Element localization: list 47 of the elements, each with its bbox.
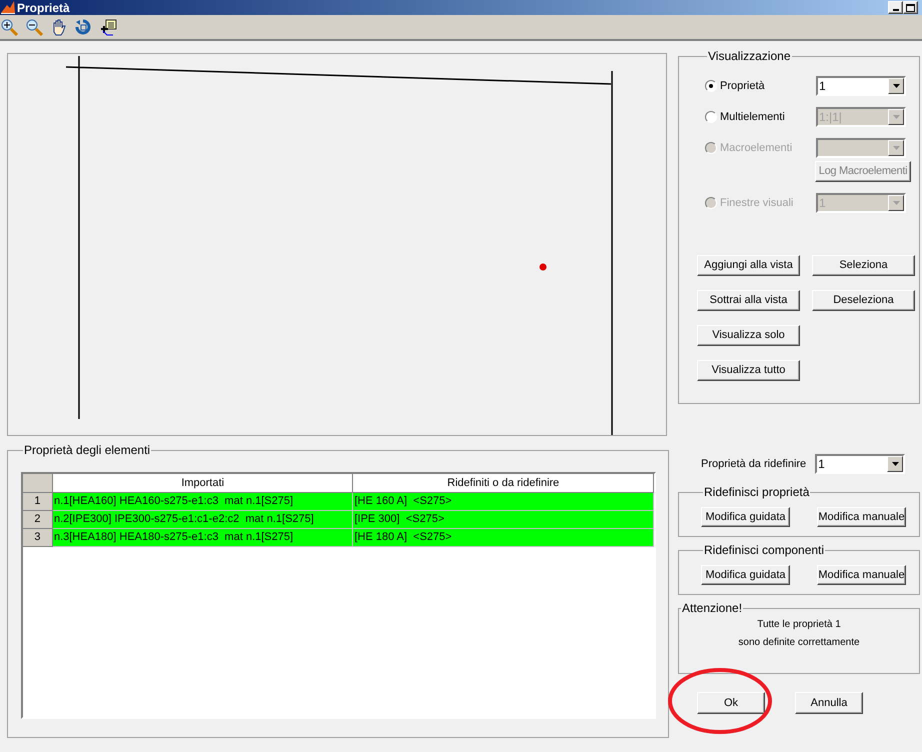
view-button[interactable]: Visualizza solo: [697, 325, 800, 346]
zoom-in-icon[interactable]: [1, 18, 18, 36]
radio-button[interactable]: [705, 111, 717, 123]
row-header: 3: [23, 529, 53, 547]
table-cell: n.1[HEA160] HEA160-s275-e1:c3 mat n.1[S275]: [52, 493, 354, 511]
group-title: Visualizzazione: [708, 49, 790, 63]
edit-button[interactable]: Modifica guidata: [701, 565, 790, 585]
dialog-button[interactable]: Annulla: [795, 692, 863, 714]
view-button[interactable]: Deseleziona: [812, 290, 915, 311]
group-title: Ridefinisci proprietà: [704, 485, 810, 499]
view-button[interactable]: Sottrai alla vista: [697, 290, 800, 311]
table-cell: [HE 180 A] <S275>: [353, 529, 654, 547]
row-header: 2: [23, 511, 53, 529]
hand-icon[interactable]: [51, 18, 67, 36]
message-text: Tutte le proprietà 1: [757, 618, 841, 632]
view-button[interactable]: Aggiungi alla vista: [697, 255, 800, 276]
dropdown[interactable]: 1: [815, 454, 906, 474]
table-cell: n.3[HEA180] HEA180-s275-e1:c3 mat n.1[S275]: [52, 529, 354, 547]
edit-button[interactable]: Modifica manuale: [817, 507, 906, 527]
dropdown[interactable]: 1: [816, 76, 906, 96]
column-header[interactable]: Ridefiniti o da ridefinire: [353, 474, 654, 493]
column-header[interactable]: Importati: [52, 474, 354, 493]
point-marker: [540, 264, 546, 270]
app-logo-icon: [1, 1, 15, 14]
edit-button[interactable]: Modifica manuale: [817, 565, 906, 585]
view-button[interactable]: Seleziona: [812, 255, 915, 276]
radio-option[interactable]: Multielementi: [705, 108, 816, 126]
field-label: Proprietà da ridefinire: [701, 456, 806, 472]
edit-button[interactable]: Modifica guidata: [701, 507, 790, 527]
zoom-out-icon[interactable]: [26, 18, 43, 36]
data-cursor-icon[interactable]: [100, 18, 117, 36]
group-title: Proprietà degli elementi: [24, 443, 150, 457]
message-text: sono definite correttamente: [738, 636, 860, 650]
table-cell: [IPE 300] <S275>: [353, 511, 654, 529]
radio-button[interactable]: [705, 80, 717, 92]
window-title: Proprietà: [17, 0, 70, 16]
row-header: 1: [23, 493, 53, 511]
table-cell: n.2[IPE300] IPE300-s275-e1:c1-e2:c2 mat n.1[S275]: [52, 511, 354, 529]
group-title: Attenzione!: [682, 601, 742, 615]
group-title: Ridefinisci componenti: [704, 543, 824, 557]
maximize-button[interactable]: [903, 1, 918, 14]
rotate-icon[interactable]: [75, 18, 92, 36]
dialog-button[interactable]: Ok: [697, 692, 765, 714]
radio-option[interactable]: Proprietà: [705, 78, 816, 94]
view-button[interactable]: Visualizza tutto: [697, 360, 800, 381]
table-cell: [HE 160 A] <S275>: [353, 493, 654, 511]
minimize-button[interactable]: [888, 1, 903, 14]
